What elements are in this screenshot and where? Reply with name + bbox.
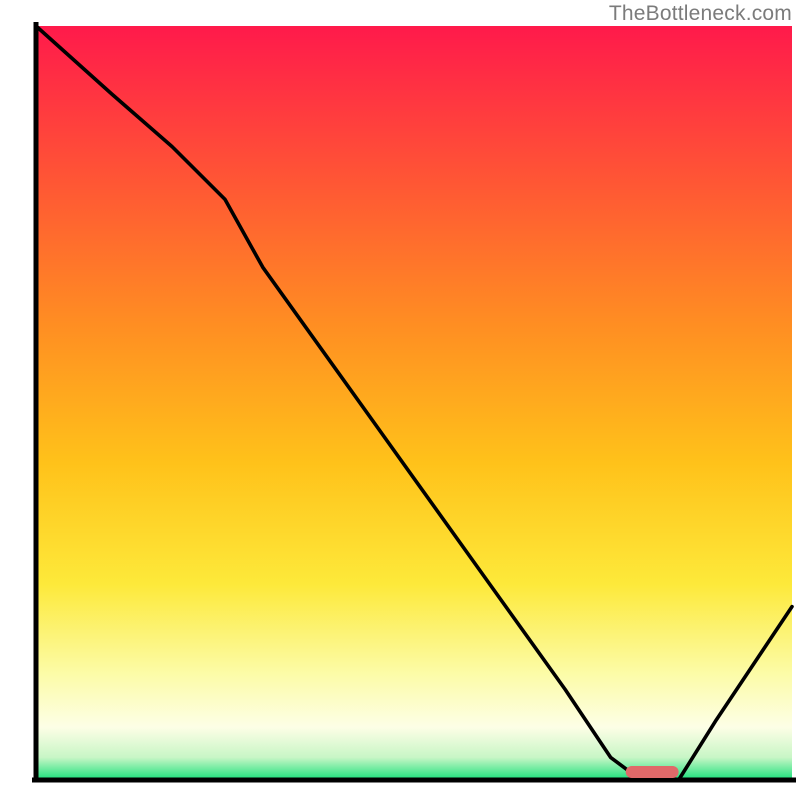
bottleneck-chart bbox=[0, 0, 800, 800]
optimal-zone-marker bbox=[626, 766, 679, 778]
chart-container: TheBottleneck.com bbox=[0, 0, 800, 800]
watermark-text: TheBottleneck.com bbox=[609, 2, 792, 26]
gradient-background bbox=[36, 26, 792, 780]
